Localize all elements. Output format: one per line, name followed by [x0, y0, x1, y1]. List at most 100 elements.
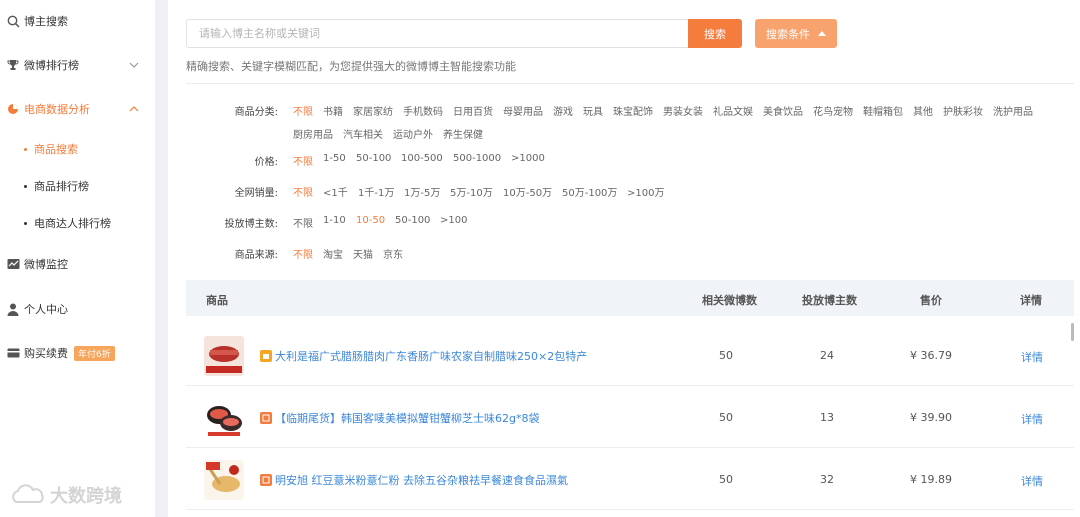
filter-option[interactable]: 花鸟宠物: [813, 103, 853, 118]
card-icon: [6, 346, 20, 360]
filter-option[interactable]: 10-50: [356, 215, 385, 226]
search-icon: [6, 14, 20, 28]
subnav-label: 商品搜索: [34, 143, 78, 156]
filter-option[interactable]: 不限: [293, 246, 313, 261]
filter-option[interactable]: 玩具: [583, 103, 603, 118]
chevron-down-icon: [129, 62, 139, 68]
filter-option[interactable]: >100万: [627, 184, 664, 199]
scrollbar-thumb[interactable]: [1071, 323, 1074, 341]
monitor-chart-icon: [6, 257, 20, 271]
subnav-influencer-ranking[interactable]: 电商达人排行榜: [24, 212, 111, 234]
filter-option[interactable]: >1000: [511, 153, 545, 164]
blogger-count-cell: 13: [820, 411, 834, 424]
filter-option[interactable]: 日用百货: [453, 103, 493, 118]
filter-option[interactable]: 不限: [293, 153, 313, 168]
blogger-count-cell: 32: [820, 473, 834, 486]
filter-option[interactable]: 护肤彩妆: [943, 103, 983, 118]
weibo-count-cell: 50: [719, 473, 733, 486]
nav-personal-center[interactable]: 个人中心: [0, 294, 155, 324]
product-thumbnail[interactable]: [204, 398, 244, 438]
filter-option[interactable]: 珠宝配饰: [613, 103, 653, 118]
col-weibo-count: 相关微博数: [702, 294, 757, 307]
user-icon: [6, 302, 20, 316]
filter-option[interactable]: 书籍: [323, 103, 343, 118]
product-name-link[interactable]: 明安旭 红豆薏米粉薏仁粉 去除五谷杂粮祛早餐速食食品濕氣: [260, 472, 568, 488]
tmall-shop-icon: [260, 350, 272, 362]
nav-weibo-monitor[interactable]: 微博监控: [0, 249, 155, 279]
filter-option[interactable]: 养生保健: [443, 126, 483, 141]
filter-option[interactable]: 汽车相关: [343, 126, 383, 141]
filter-option[interactable]: 淘宝: [323, 246, 343, 261]
search-conditions-button[interactable]: 搜索条件: [755, 19, 837, 48]
filter-option[interactable]: 50万-100万: [562, 184, 617, 199]
chevron-up-icon: [129, 106, 139, 112]
filter-option[interactable]: 不限: [293, 103, 313, 118]
price-cell: ¥ 36.79: [910, 349, 952, 362]
price-cell: ¥ 19.89: [910, 473, 952, 486]
nav-purchase-renew[interactable]: 购买续费 年付6折: [0, 338, 155, 368]
col-blogger-count: 投放博主数: [802, 294, 857, 307]
detail-link[interactable]: 详情: [1021, 473, 1043, 489]
filter-option[interactable]: 洗护用品: [993, 103, 1033, 118]
filter-option[interactable]: 不限: [293, 184, 313, 199]
watermark-text: 大数跨境: [50, 486, 122, 507]
filter-option[interactable]: 美食饮品: [763, 103, 803, 118]
filter-option[interactable]: 10万-50万: [503, 184, 552, 199]
filter-option[interactable]: 1万-5万: [404, 184, 440, 199]
nav-label: 电商数据分析: [24, 103, 90, 116]
subnav-product-search[interactable]: 商品搜索: [24, 138, 78, 160]
filter-option[interactable]: 其他: [913, 103, 933, 118]
filter-option[interactable]: 厨房用品: [293, 126, 333, 141]
taobao-shop-icon: [260, 412, 272, 424]
nav-blogger-search[interactable]: 博主搜索: [0, 6, 155, 36]
filter-option[interactable]: >100: [440, 215, 467, 226]
filter-option[interactable]: 家居家纺: [353, 103, 393, 118]
nav-label: 微博排行榜: [24, 59, 79, 72]
product-name-link[interactable]: 大利是福广式腊肠腊肉广东香肠广味农家自制腊味250×2包特产: [260, 348, 587, 364]
search-input[interactable]: [186, 19, 688, 48]
detail-link[interactable]: 详情: [1021, 349, 1043, 365]
filter-option[interactable]: 天猫: [353, 246, 373, 261]
nav-weibo-ranking[interactable]: 微博排行榜: [0, 50, 155, 80]
filter-option[interactable]: 1千-1万: [358, 184, 394, 199]
product-thumbnail[interactable]: [204, 460, 244, 500]
filter-option[interactable]: 手机数码: [403, 103, 443, 118]
pie-chart-icon: [6, 102, 20, 116]
product-name-link[interactable]: 【临期尾货】韩国客唛美模拟蟹钳蟹柳芝士味62g*8袋: [260, 410, 539, 426]
nav-ecommerce-analysis[interactable]: 电商数据分析: [0, 94, 155, 124]
filter-option[interactable]: 男装女装: [663, 103, 703, 118]
filter-option[interactable]: 1-50: [323, 153, 346, 164]
nav-label: 购买续费: [24, 347, 68, 360]
table-header: 商品 相关微博数 投放博主数 售价 详情: [186, 280, 1074, 316]
subnav-label: 商品排行榜: [34, 180, 89, 193]
product-thumbnail[interactable]: [204, 336, 244, 376]
filter-option[interactable]: 50-100: [395, 215, 430, 226]
filter-option[interactable]: 50-100: [356, 153, 391, 164]
search-button[interactable]: 搜索: [688, 19, 742, 48]
subnav-product-ranking[interactable]: 商品排行榜: [24, 175, 89, 197]
sidebar: 博主搜索 微博排行榜 电商数据分析 商品搜索 商品排行榜 电商达人排行榜 微博监…: [0, 0, 155, 517]
nav-label: 博主搜索: [24, 15, 68, 28]
filter-option[interactable]: 500-1000: [453, 153, 501, 164]
filter-option[interactable]: 100-500: [401, 153, 443, 164]
filter-option[interactable]: 礼品文娱: [713, 103, 753, 118]
main-content: 搜索 搜索条件 精确搜索、关键字模糊匹配，为您提供强大的微博博主智能搜索功能 商…: [168, 0, 1080, 517]
taobao-shop-icon: [260, 474, 272, 486]
filter-option[interactable]: 鞋帽箱包: [863, 103, 903, 118]
search-hint: 精确搜索、关键字模糊匹配，为您提供强大的微博博主智能搜索功能: [186, 60, 516, 73]
filter-option[interactable]: 母婴用品: [503, 103, 543, 118]
filter-option[interactable]: 5万-10万: [450, 184, 493, 199]
filter-option[interactable]: 京东: [383, 246, 403, 261]
filter-option[interactable]: 1-10: [323, 215, 346, 226]
filter-option[interactable]: 运动户外: [393, 126, 433, 141]
weibo-count-cell: 50: [719, 349, 733, 362]
filter-option[interactable]: 游戏: [553, 103, 573, 118]
filter-option[interactable]: 不限: [293, 215, 313, 230]
filter-option[interactable]: <1千: [323, 184, 348, 199]
price-cell: ¥ 39.90: [910, 411, 952, 424]
caret-up-icon: [818, 31, 826, 36]
table-row: 大利是福广式腊肠腊肉广东香肠广味农家自制腊味250×2包特产 50 24 ¥ 3…: [186, 324, 1074, 386]
detail-link[interactable]: 详情: [1021, 411, 1043, 427]
table-row: 明安旭 红豆薏米粉薏仁粉 去除五谷杂粮祛早餐速食食品濕氣 50 32 ¥ 19.…: [186, 448, 1074, 510]
search-conditions-label: 搜索条件: [766, 28, 810, 41]
